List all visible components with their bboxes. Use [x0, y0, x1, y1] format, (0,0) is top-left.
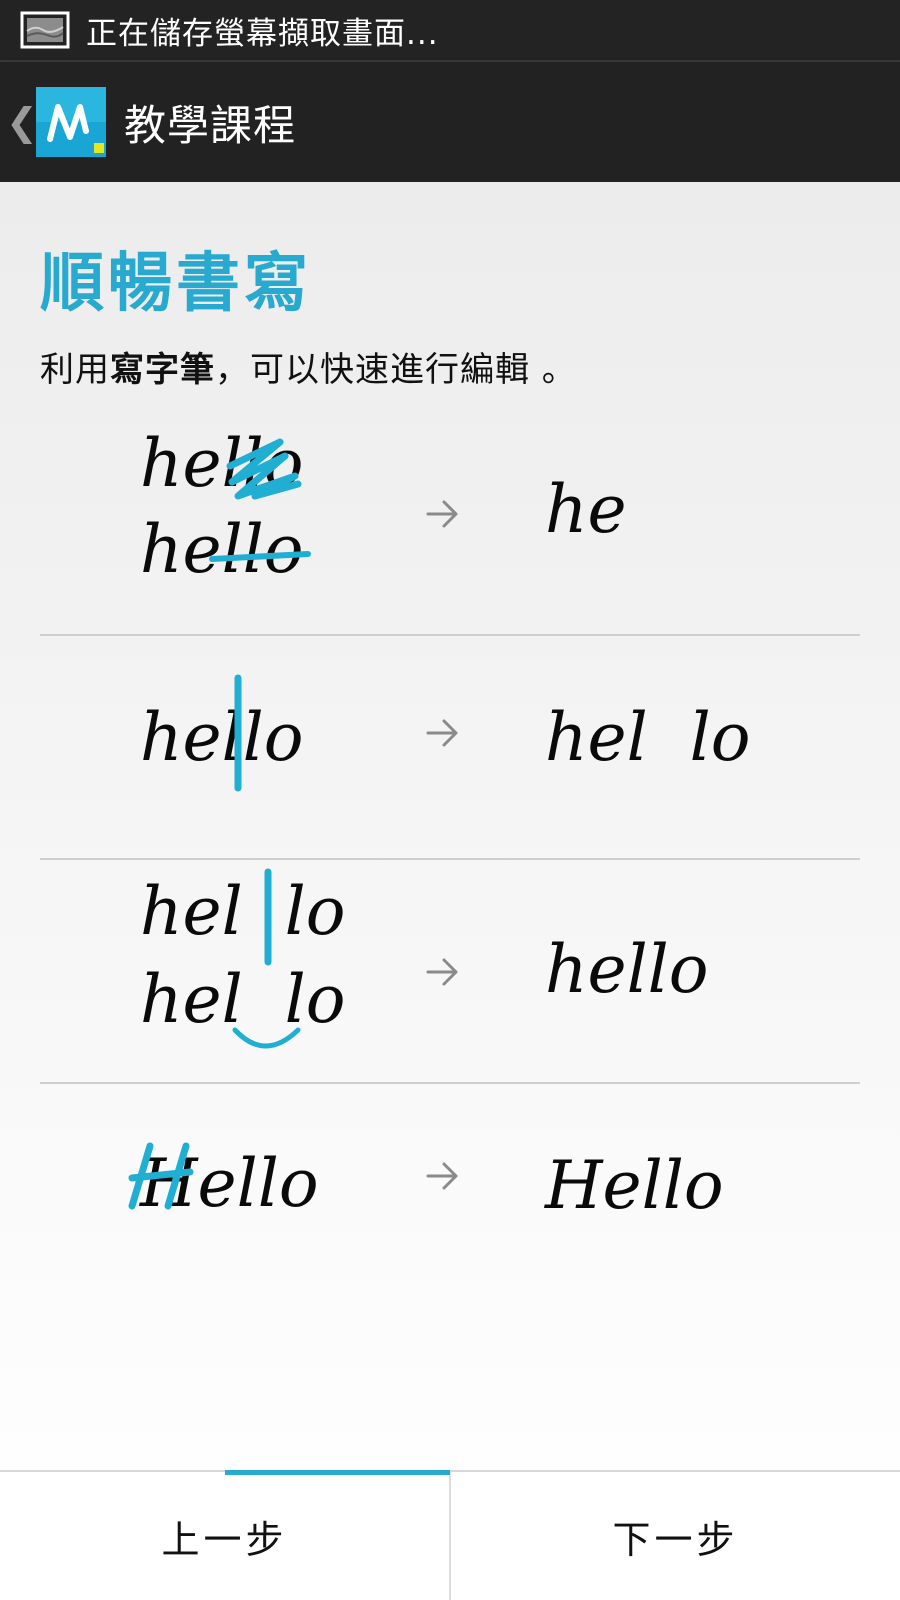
before-text-2: hel lo: [140, 961, 345, 1038]
status-text: 正在儲存螢幕擷取畫面...: [86, 15, 439, 52]
intro-text: 利用寫字筆，可以快速進行編輯 。: [40, 342, 577, 391]
divider: [40, 858, 860, 860]
arrow-right-icon: [426, 958, 458, 986]
arrow-right-icon: [426, 1162, 458, 1190]
before-text: hello: [140, 699, 304, 776]
up-navigation[interactable]: ❮: [0, 62, 106, 182]
status-bar: 正在儲存螢幕擷取畫面...: [0, 0, 900, 62]
example-overwrite: Hello Hello: [40, 1086, 860, 1311]
example-join: hel lo hel lo hello: [40, 862, 860, 1087]
screenshot-icon: [20, 11, 70, 49]
after-text: Hello: [544, 1147, 724, 1224]
chevron-left-icon: ❮: [6, 100, 38, 144]
page-title: 順暢書寫: [40, 247, 312, 321]
intro-bold-term: 寫字筆: [110, 350, 215, 390]
after-text: hel lo: [545, 699, 750, 776]
arrow-right-icon: [426, 719, 458, 747]
app-logo-icon: [36, 87, 106, 157]
before-text-2: hello: [140, 511, 304, 588]
intro-prefix: 利用: [40, 350, 110, 390]
before-text: Hello: [139, 1145, 319, 1222]
example-delete: hello hello he: [40, 404, 860, 629]
previous-step-button[interactable]: 上一步: [0, 1472, 449, 1600]
action-bar-title: 教學課程: [124, 100, 297, 150]
example-split: hello hel lo: [40, 638, 860, 863]
bottom-bar: 上一步 下一步: [0, 1470, 900, 1600]
divider: [40, 634, 860, 636]
after-text: hello: [545, 931, 709, 1008]
intro-suffix: ，可以快速進行編輯 。: [215, 350, 577, 390]
action-bar: ❮ 教學課程: [0, 62, 900, 182]
button-focus-indicator: [225, 1470, 450, 1475]
next-step-button[interactable]: 下一步: [449, 1472, 900, 1600]
divider: [40, 1082, 860, 1084]
arrow-right-icon: [426, 500, 458, 528]
after-text: he: [545, 471, 627, 548]
before-text-1: hel lo: [140, 873, 345, 950]
tutorial-content: 順暢書寫 利用寫字筆，可以快速進行編輯 。 hello hello he hel…: [0, 182, 900, 1472]
